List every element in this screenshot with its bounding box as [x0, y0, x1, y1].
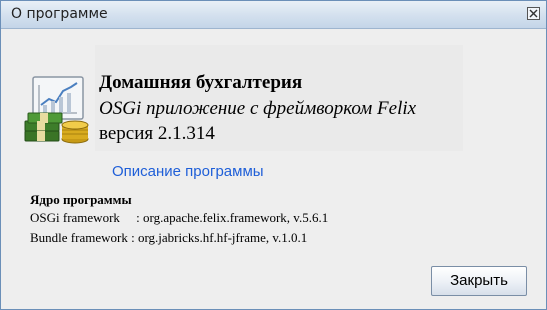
app-subtitle: OSGi приложение с фреймворком Felix	[99, 98, 417, 119]
about-info-panel: Домашняя бухгалтерия OSGi приложение с ф…	[95, 45, 463, 151]
title-bar[interactable]: О программе	[1, 1, 546, 29]
core-heading: Ядро программы	[30, 192, 132, 207]
about-header: Домашняя бухгалтерия OSGi приложение с ф…	[23, 45, 463, 151]
close-button[interactable]: Закрыть	[431, 266, 527, 296]
bundle-framework-line: Bundle framework : org.jabricks.hf.hf-jf…	[30, 230, 308, 245]
money-chart-icon	[23, 75, 95, 147]
close-icon	[529, 9, 538, 18]
program-description-link[interactable]: Описание программы	[112, 163, 264, 180]
about-dialog: О программе Домашняя бухгалтерия OSGi пр…	[0, 0, 547, 310]
app-name: Домашняя бухгалтерия	[99, 72, 303, 93]
close-window-button[interactable]	[527, 7, 540, 20]
osgi-framework-line: OSGi framework : org.apache.felix.framew…	[30, 210, 329, 225]
app-version: версия 2.1.314	[99, 123, 215, 144]
window-title: О программе	[11, 6, 108, 22]
